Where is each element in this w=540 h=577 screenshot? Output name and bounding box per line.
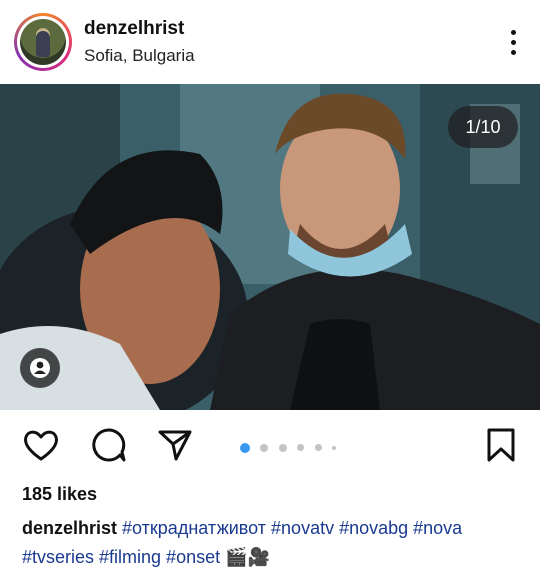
- avatar-photo: [20, 19, 66, 65]
- action-bar: [0, 410, 540, 476]
- carousel-indicator: [240, 439, 342, 453]
- location-link[interactable]: Sofia, Bulgaria: [84, 46, 195, 66]
- caption-username[interactable]: denzelhrist: [22, 518, 117, 538]
- avatar-border: [17, 16, 69, 68]
- likes-count[interactable]: 185 likes: [22, 484, 97, 505]
- avatar-person-shape: [36, 31, 50, 57]
- post-caption: denzelhrist #откраднатживот #novatv #nov…: [22, 514, 522, 572]
- carousel-dot: [297, 444, 305, 452]
- carousel-dot-active: [240, 442, 250, 453]
- post-header: denzelhrist Sofia, Bulgaria: [0, 0, 540, 84]
- carousel-dot: [260, 443, 269, 452]
- username[interactable]: denzelhrist: [84, 18, 184, 40]
- slide-counter: 1/10: [448, 106, 518, 148]
- carousel-dot-small: [332, 445, 337, 450]
- avatar[interactable]: [14, 13, 72, 71]
- comment-bubble-icon[interactable]: [90, 426, 128, 464]
- paper-plane-icon[interactable]: [156, 426, 194, 464]
- person-tag-icon: [30, 358, 50, 378]
- carousel-dot: [314, 444, 322, 452]
- carousel-dot: [278, 443, 287, 452]
- more-options-icon[interactable]: [510, 30, 518, 58]
- tagged-people-button[interactable]: [20, 348, 60, 388]
- post-photo[interactable]: 1/10: [0, 84, 540, 410]
- bookmark-icon[interactable]: [482, 426, 520, 464]
- heart-icon[interactable]: [22, 426, 60, 464]
